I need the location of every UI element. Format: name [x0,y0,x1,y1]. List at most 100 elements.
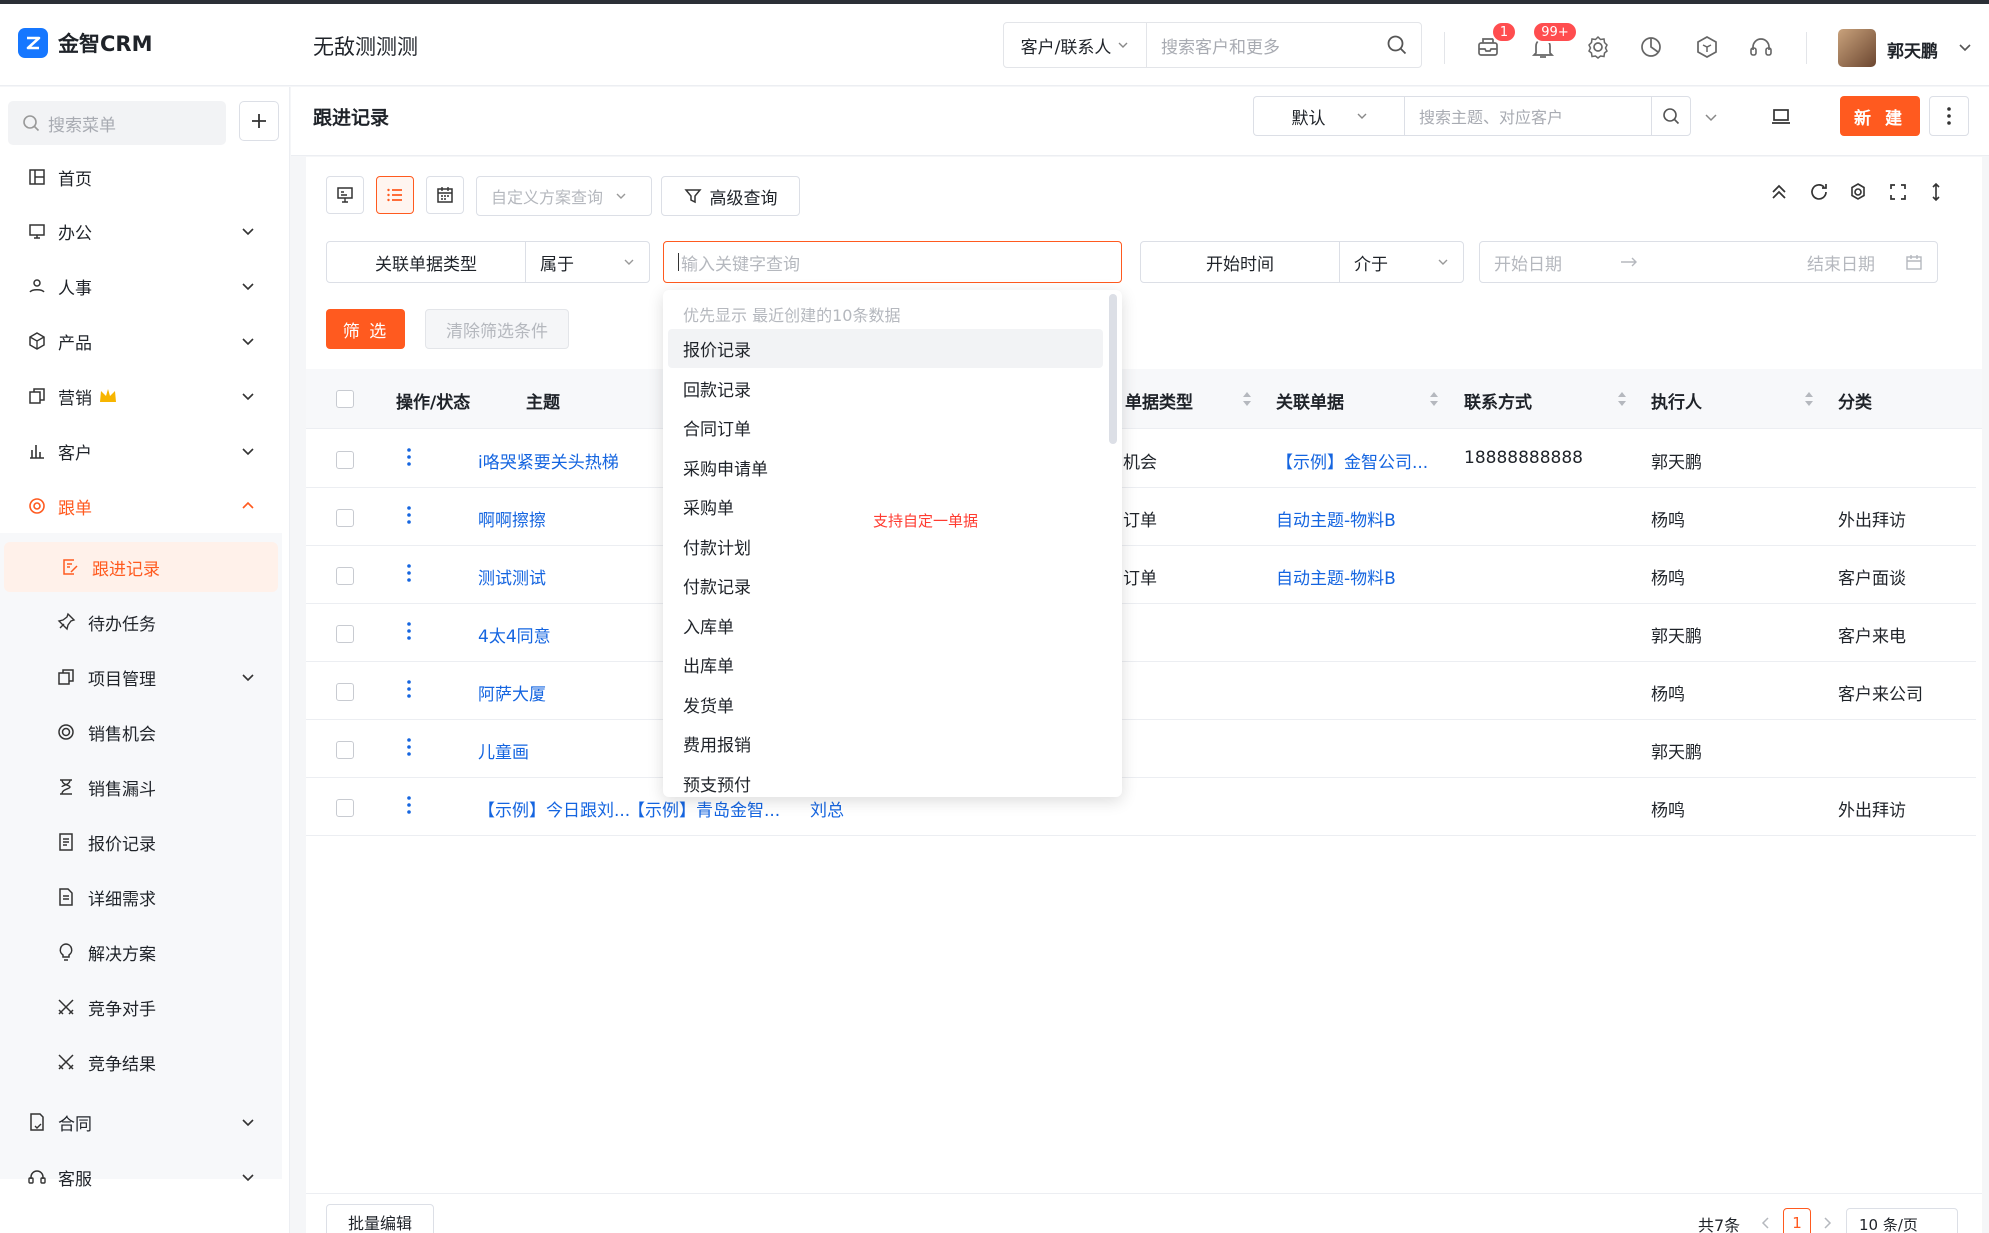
global-search-input[interactable]: 搜索客户和更多 [1147,33,1373,58]
sort-icon[interactable] [1804,391,1814,407]
keyword-search-input[interactable]: 输入关键字查询 [663,241,1122,283]
avatar[interactable] [1838,29,1876,67]
select-all-checkbox[interactable] [336,390,354,408]
dropdown-option[interactable]: 报价记录 [668,329,1103,368]
cell-subject[interactable]: 测试测试 [478,564,546,589]
sidebar-sub-item-requirements[interactable]: 详细需求 [0,872,282,922]
table-row[interactable]: 阿萨大厦 杨鸣 客户来公司 [306,662,1976,720]
dropdown-option[interactable]: 合同订单 [668,408,1103,447]
sidebar-item-contract[interactable]: 合同 [0,1097,282,1147]
sidebar-sub-item-competitors[interactable]: 竞争对手 [0,982,282,1032]
kanban-view-button[interactable] [326,176,364,214]
cell-subject[interactable]: 4太4同意 [478,622,551,647]
row-actions-icon[interactable] [406,795,422,817]
column-header-contact[interactable]: 联系方式 [1464,388,1532,413]
sidebar-sub-item-solutions[interactable]: 解决方案 [0,927,282,977]
row-actions-icon[interactable] [406,679,422,701]
sidebar-item-marketing[interactable]: 营销 [0,371,282,421]
sidebar-sub-item-funnel[interactable]: 销售漏斗 [0,762,282,812]
row-actions-icon[interactable] [406,505,422,527]
chevron-down-icon[interactable] [1958,40,1972,54]
view-select[interactable]: 默认 [1253,96,1405,136]
menu-search-input[interactable]: 搜索菜单 [8,101,226,145]
pie-chart-icon[interactable] [1638,34,1666,62]
row-checkbox[interactable] [336,799,354,817]
gear-icon[interactable] [1847,181,1869,203]
table-row[interactable]: 测试测试 订单 自动主题-物料B 杨鸣 客户面谈 [306,546,1976,604]
cell-linked-doc[interactable]: 自动主题-物料B [1276,506,1396,531]
dropdown-option[interactable]: 出库单 [668,645,1103,684]
chevron-right-icon[interactable] [1821,1216,1833,1230]
sidebar-item-customer[interactable]: 客户 [0,426,282,476]
sidebar-sub-item-quotes[interactable]: 报价记录 [0,817,282,867]
row-actions-icon[interactable] [406,447,422,469]
refresh-icon[interactable] [1808,181,1830,203]
time-operator-select[interactable]: 介于 [1339,241,1464,283]
row-checkbox[interactable] [336,509,354,527]
cell-contact-person[interactable]: 刘总 [810,796,844,821]
row-checkbox[interactable] [336,567,354,585]
row-height-icon[interactable] [1925,181,1947,203]
dropdown-option[interactable]: 入库单 [668,606,1103,645]
batch-edit-button[interactable]: 批量编辑 [326,1204,434,1233]
custom-query-select[interactable]: 自定义方案查询 [476,176,652,216]
sidebar-sub-item-competition-results[interactable]: 竞争结果 [0,1037,282,1087]
table-row[interactable]: 啊啊擦擦 订单 自动主题-物料B 杨鸣 外出拜访 [306,488,1976,546]
page-number-current[interactable]: 1 [1783,1208,1811,1233]
cell-linked-doc[interactable]: 自动主题-物料B [1276,564,1396,589]
sidebar-sub-item-projects[interactable]: 项目管理 [0,652,282,702]
column-header-linked-doc[interactable]: 关联单据 [1276,388,1344,413]
column-header-owner[interactable]: 执行人 [1651,388,1702,413]
headset-icon[interactable] [1748,34,1776,62]
cell-subject[interactable]: 阿萨大厦 [478,680,546,705]
sidebar-item-home[interactable]: 首页 [0,152,282,202]
row-actions-icon[interactable] [406,737,422,759]
dropdown-option[interactable]: 付款记录 [668,566,1103,605]
row-checkbox[interactable] [336,451,354,469]
clear-filters-button[interactable]: 清除筛选条件 [425,309,569,349]
dropdown-option[interactable]: 付款计划 [668,527,1103,566]
column-header-category[interactable]: 分类 [1838,388,1872,413]
dropdown-option[interactable]: 费用报销 [668,724,1103,763]
dropdown-option[interactable]: 回款记录 [668,369,1103,408]
topic-search-button[interactable] [1651,96,1691,136]
cell-customer[interactable]: 【示例】青岛金智... [628,796,780,821]
sidebar-sub-item-follow-records[interactable]: 跟进记录 [4,542,278,592]
user-name[interactable]: 郭天鹏 [1887,37,1938,62]
cube-icon[interactable] [1694,34,1722,62]
column-header-subject[interactable]: 主题 [526,388,560,413]
gear-icon[interactable] [1585,34,1613,62]
dropdown-option[interactable]: 采购申请单 [668,448,1103,487]
search-icon[interactable] [1373,23,1421,67]
sidebar-item-hr[interactable]: 人事 [0,261,282,311]
cell-subject[interactable]: 【示例】今日跟刘... [478,796,630,821]
row-checkbox[interactable] [336,741,354,759]
page-size-select[interactable]: 10 条/页 [1846,1208,1958,1233]
advanced-query-button[interactable]: 高级查询 [661,176,800,216]
cell-subject[interactable]: 儿童画 [478,738,529,763]
new-button[interactable]: 新 建 [1840,96,1920,136]
dropdown-option[interactable]: 预支预付 [668,764,1103,798]
row-checkbox[interactable] [336,683,354,701]
doc-type-operator-select[interactable]: 属于 [525,241,650,283]
dropdown-scrollbar[interactable] [1109,294,1117,444]
row-actions-icon[interactable] [406,563,422,585]
sidebar-item-product[interactable]: 产品 [0,316,282,366]
laptop-icon[interactable] [1769,105,1793,129]
table-row[interactable]: 儿童画 郭天鹏 [306,720,1976,778]
dropdown-option[interactable]: 发货单 [668,685,1103,724]
more-menu-button[interactable] [1929,96,1969,136]
collapse-up-icon[interactable] [1768,181,1790,203]
sort-icon[interactable] [1429,391,1439,407]
calendar-view-button[interactable] [426,176,464,214]
sort-icon[interactable] [1617,391,1627,407]
add-menu-button[interactable] [239,101,279,141]
app-logo[interactable]: 金智CRM [18,28,152,58]
column-header-doc-type[interactable]: 单据类型 [1125,388,1193,413]
sidebar-sub-item-todo[interactable]: 待办任务 [0,597,282,647]
cell-subject[interactable]: i咯哭紧要关头热梯 [478,448,619,473]
chevron-left-icon[interactable] [1760,1216,1772,1230]
table-row[interactable]: i咯哭紧要关头热梯 机会 【示例】金智公司... 18888888888 郭天鹏 [306,430,1976,488]
table-row[interactable]: 【示例】今日跟刘... 【示例】青岛金智... 刘总 杨鸣 外出拜访 [306,778,1976,836]
cell-subject[interactable]: 啊啊擦擦 [478,506,546,531]
